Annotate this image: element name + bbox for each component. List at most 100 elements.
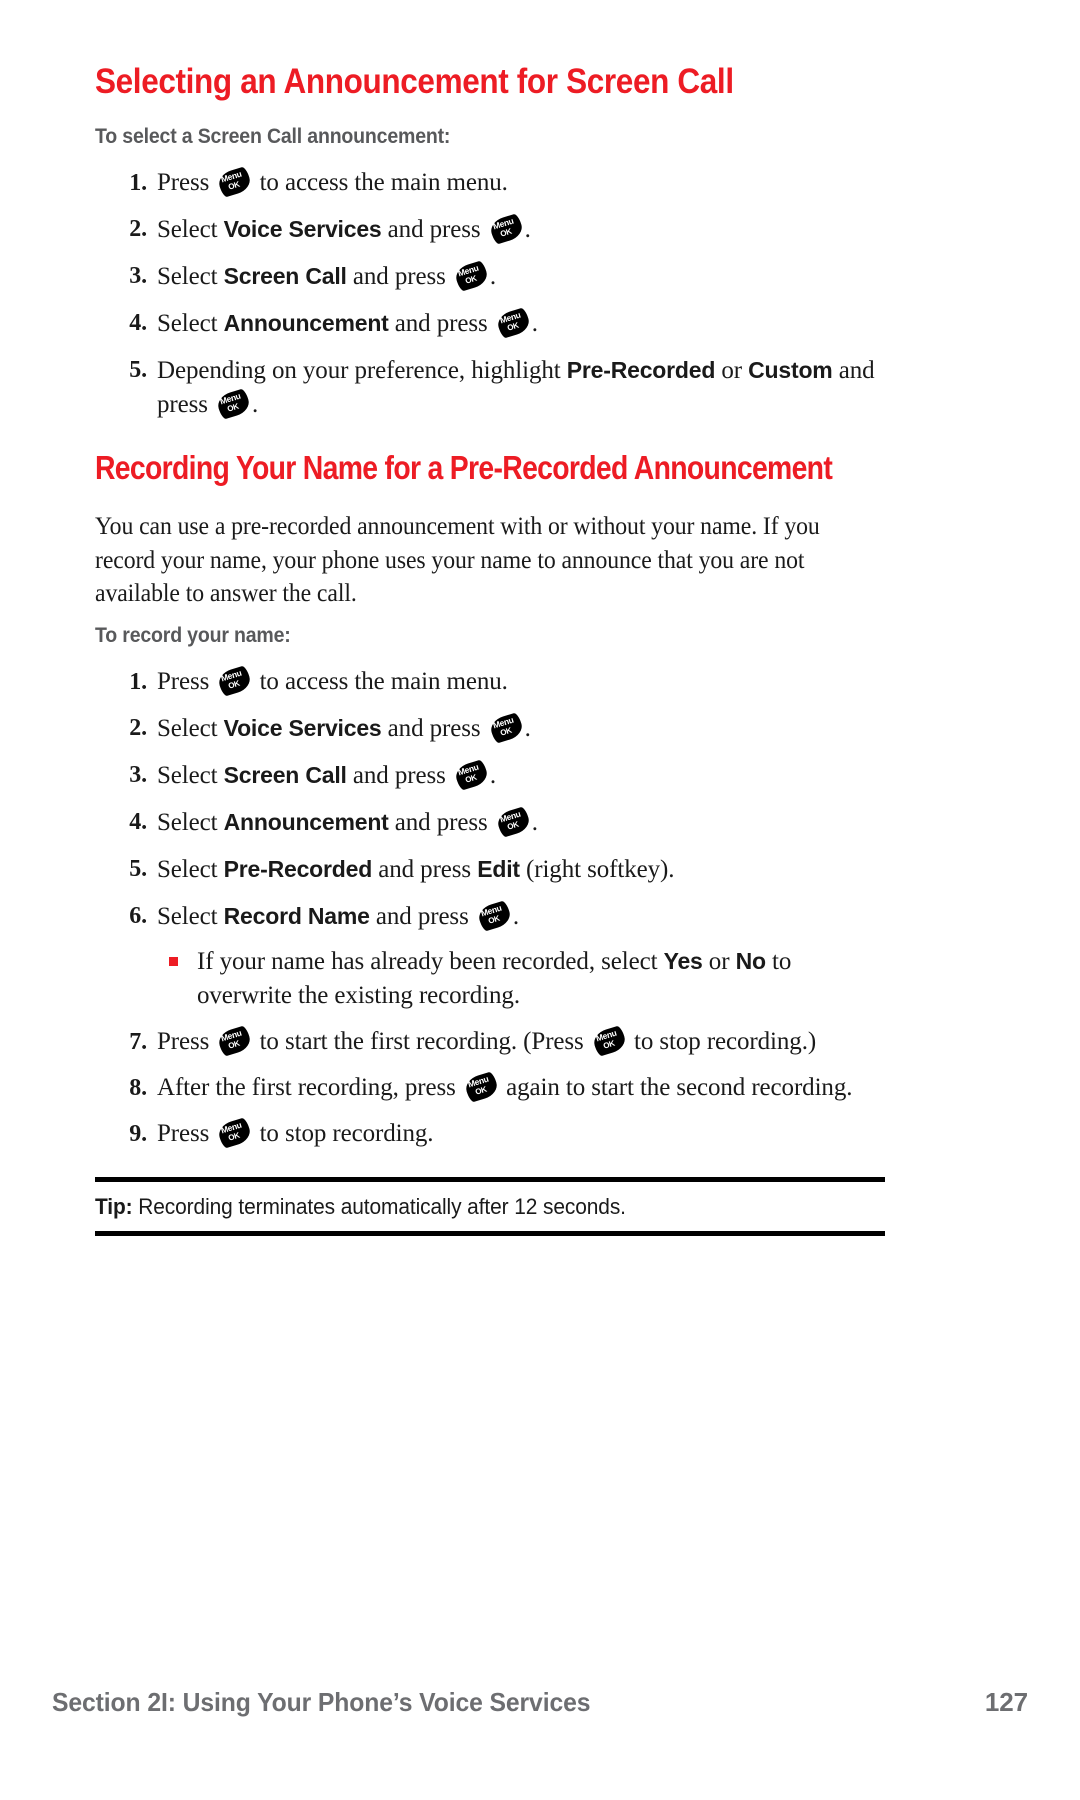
menu-ok-key-icon: Menu OK — [453, 259, 490, 293]
step-number: 2. — [129, 216, 147, 242]
page-title-selecting-announcement: Selecting an Announcement for Screen Cal… — [95, 62, 734, 101]
step-number: 1. — [129, 668, 147, 695]
step-number: 6. — [129, 902, 147, 929]
footer-section-label: Section 2I: Using Your Phone’s Voice Ser… — [52, 1687, 591, 1717]
tip-body: Recording terminates automatically after… — [132, 1193, 626, 1219]
subheading-select-screen-call: To select a Screen Call announcement: — [95, 125, 451, 148]
step-text: Select Record Name and press Menu OK. — [157, 899, 519, 932]
step-number: 4. — [129, 310, 147, 336]
tip-text: Tip: Recording terminates automatically … — [95, 1182, 846, 1231]
menu-ok-key-icon: Menu OK — [216, 1116, 254, 1149]
steps-list-record-name: 1. Press Menu OK to access the main menu. 2… — [95, 664, 885, 1151]
menu-key-body — [487, 212, 525, 246]
steps-list-select-announcement: 1. Press Menu OK to access the main menu. 2… — [95, 165, 885, 422]
ui-term: Announcement — [223, 808, 389, 835]
page-title-recording-your-name: Recording Your Name for a Pre-Recorded A… — [95, 449, 833, 486]
square-bullet-icon — [169, 956, 178, 966]
ui-term: Custom — [748, 357, 833, 383]
menu-key-body — [216, 1024, 254, 1057]
sub-bullet-text: If your name has already been recorded, … — [197, 947, 792, 1009]
step-item: 2. Select Voice Services and press Menu OK… — [95, 711, 885, 746]
step-item: 9. Press Menu OK to stop recording. — [95, 1116, 885, 1151]
page-content: Selecting an Announcement for Screen Cal… — [95, 62, 885, 1236]
step-item: 4. Select Announcement and press Menu OK. — [95, 306, 885, 341]
step-text: Select Screen Call and press Menu OK. — [157, 758, 496, 791]
menu-ok-key-icon: Menu OK — [487, 212, 525, 246]
sub-bullet-item: If your name has already been recorded, … — [157, 944, 885, 1013]
menu-ok-key-icon: Menu OK — [494, 306, 532, 340]
page-footer: Section 2I: Using Your Phone’s Voice Ser… — [52, 1687, 1028, 1718]
manual-page: Selecting an Announcement for Screen Cal… — [0, 0, 1080, 1800]
ui-term: Announcement — [223, 310, 389, 336]
step-text: After the first recording, press Menu OK … — [157, 1070, 852, 1103]
step-number: 3. — [129, 761, 147, 788]
step-item: 6. Select Record Name and press Menu OK. If… — [95, 899, 885, 1013]
menu-key-body — [216, 664, 254, 697]
step-number: 1. — [129, 170, 147, 196]
subheading-record-your-name: To record your name: — [95, 623, 291, 647]
step-text: Press Menu OK to access the main menu. — [157, 165, 508, 199]
step-number: 8. — [129, 1074, 147, 1101]
menu-key-body — [476, 899, 513, 932]
menu-ok-key-icon: Menu OK — [463, 1070, 500, 1103]
step-text: Press Menu OK to access the main menu. — [157, 664, 508, 697]
sub-bullet-list: If your name has already been recorded, … — [157, 944, 885, 1013]
step-item: 5. Select Pre-Recorded and press Edit (ri… — [95, 852, 885, 887]
step-number: 4. — [129, 808, 147, 835]
menu-ok-key-icon: Menu OK — [591, 1024, 628, 1057]
step-text: Select Announcement and press Menu OK. — [157, 805, 538, 838]
menu-key-body — [463, 1070, 500, 1103]
menu-key-body — [494, 805, 532, 838]
tip-box: Tip: Recording terminates automatically … — [95, 1176, 885, 1236]
ui-term: Voice Services — [223, 714, 382, 741]
step-text: Select Voice Services and press Menu OK. — [157, 212, 531, 246]
menu-ok-key-icon: Menu OK — [216, 1024, 254, 1057]
step-item: 8. After the first recording, press Menu O… — [95, 1070, 885, 1105]
menu-key-body — [487, 711, 525, 744]
intro-paragraph: You can use a pre-recorded announcement … — [95, 513, 820, 607]
ui-term: Record Name — [223, 902, 370, 929]
menu-key-body — [453, 259, 490, 293]
step-text: Press Menu OK to stop recording. — [157, 1116, 434, 1149]
menu-ok-key-icon: Menu OK — [216, 664, 254, 697]
step-number: 2. — [129, 714, 147, 741]
step-number: 9. — [129, 1120, 147, 1147]
menu-key-body — [216, 165, 254, 199]
step-item: 7. Press Menu OK to start the first record… — [95, 1024, 885, 1059]
menu-ok-key-icon: Menu OK — [216, 165, 254, 199]
step-text: Press Menu OK to start the first recordin… — [157, 1024, 816, 1057]
ui-term: Screen Call — [223, 263, 347, 289]
menu-key-body — [216, 1116, 254, 1149]
menu-ok-key-icon: Menu OK — [487, 711, 525, 744]
ui-term: Pre-Recorded — [566, 357, 716, 383]
step-item: 3. Select Screen Call and press Menu OK. — [95, 758, 885, 793]
menu-ok-key-icon: Menu OK — [494, 805, 532, 838]
step-number: 3. — [129, 263, 147, 289]
step-text: Depending on your preference, highlight … — [157, 357, 875, 421]
step-item: 1. Press Menu OK to access the main menu. — [95, 165, 885, 200]
menu-ok-key-icon: Menu OK — [453, 758, 490, 791]
ui-term: Edit — [477, 855, 520, 882]
ui-term: Pre-Recorded — [223, 855, 373, 882]
tip-rule-bottom — [95, 1230, 885, 1236]
ui-term: No — [735, 947, 766, 974]
footer-page-number: 127 — [984, 1687, 1028, 1717]
step-item: 5. Depending on your preference, highligh… — [95, 353, 885, 422]
step-item: 2. Select Voice Services and press Menu OK… — [95, 212, 885, 247]
ui-term: Voice Services — [223, 216, 382, 242]
step-item: 3. Select Screen Call and press Menu OK. — [95, 259, 885, 294]
step-text: Select Screen Call and press Menu OK. — [157, 259, 496, 293]
step-number: 7. — [129, 1028, 147, 1055]
menu-ok-key-icon: Menu OK — [476, 899, 513, 932]
step-item: 1. Press Menu OK to access the main menu. — [95, 664, 885, 699]
ui-term: Screen Call — [223, 761, 347, 788]
menu-ok-key-icon: Menu OK — [215, 387, 252, 421]
menu-key-body — [215, 387, 252, 421]
step-item: 4. Select Announcement and press Menu OK. — [95, 805, 885, 840]
menu-key-body — [591, 1024, 628, 1057]
step-number: 5. — [129, 357, 147, 383]
step-number: 5. — [129, 855, 147, 882]
step-text: Select Pre-Recorded and press Edit (righ… — [157, 855, 675, 883]
menu-key-body — [494, 306, 532, 340]
step-text: Select Voice Services and press Menu OK. — [157, 711, 531, 744]
